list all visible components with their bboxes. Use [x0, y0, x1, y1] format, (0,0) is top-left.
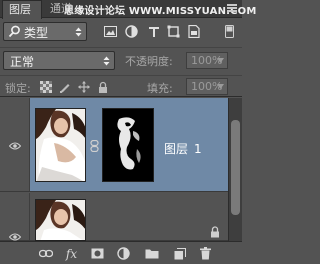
eye-icon[interactable]: [9, 142, 21, 150]
visibility-column: [0, 98, 30, 191]
layer-row[interactable]: [0, 193, 228, 241]
layer-name[interactable]: 图层 1: [164, 140, 202, 157]
folder-icon[interactable]: [144, 246, 159, 261]
shape-filter-icon[interactable]: [166, 24, 181, 39]
chevron-down-icon[interactable]: [217, 58, 224, 63]
fill-input[interactable]: 100%: [186, 78, 228, 95]
layers-scrollbar[interactable]: [228, 98, 242, 241]
blend-mode-label: 正常: [10, 55, 35, 69]
type-filter-icon[interactable]: [146, 24, 161, 39]
chevron-updown-icon: [103, 56, 110, 66]
add-mask-icon[interactable]: [90, 246, 105, 261]
layer-row[interactable]: 图层 1: [0, 98, 228, 192]
panel-tab-bar: 图层 通道 思缘设计论坛 WWW.MISSYUAN.COM: [0, 0, 256, 19]
chain-link-icon[interactable]: [90, 140, 99, 152]
chevron-updown-icon: [75, 27, 82, 37]
lock-position-icon[interactable]: [78, 81, 90, 93]
lock-image-pixels-icon[interactable]: [59, 81, 71, 93]
layer-thumbnail[interactable]: [35, 199, 86, 241]
new-layer-icon[interactable]: [172, 246, 187, 261]
opacity-label: 不透明度:: [125, 55, 173, 68]
blend-opacity-row: 正常 不透明度: 100%: [0, 47, 242, 71]
filter-toggle-icon[interactable]: [222, 24, 237, 39]
layers-list: 图层 1: [0, 98, 228, 241]
tab-layers[interactable]: 图层: [2, 0, 42, 19]
chevron-down-icon[interactable]: [217, 84, 224, 89]
eye-icon[interactable]: [9, 233, 21, 241]
blend-mode-select[interactable]: 正常: [3, 51, 115, 70]
lock-label: 锁定:: [5, 82, 31, 95]
filter-kind-label: 类型: [24, 26, 49, 40]
layer-number: 1: [194, 142, 202, 156]
visibility-column: [0, 193, 30, 241]
smart-object-filter-icon[interactable]: [186, 24, 201, 39]
scrollbar-thumb[interactable]: [231, 120, 240, 215]
trash-icon[interactable]: [198, 246, 213, 261]
layer-filter-row: 类型: [0, 20, 242, 44]
adjustment-layer-icon[interactable]: [116, 246, 131, 261]
layers-bottom-toolbar: fx: [0, 241, 242, 264]
fill-label: 填充:: [147, 82, 173, 95]
adjustment-filter-icon[interactable]: [124, 24, 139, 39]
filter-kind-select[interactable]: 类型: [3, 22, 87, 41]
layer-style-fx-icon[interactable]: fx: [64, 246, 79, 261]
search-icon: [8, 25, 20, 38]
lock-fill-row: 锁定: 填充: 100%: [0, 75, 242, 97]
panel-menu-icon[interactable]: [227, 3, 239, 15]
link-layers-icon[interactable]: [38, 246, 53, 261]
image-filter-icon[interactable]: [103, 24, 118, 39]
layer-thumbnail[interactable]: [35, 108, 86, 182]
lock-icon: [211, 226, 219, 238]
lock-all-icon[interactable]: [97, 81, 109, 93]
lock-transparent-pixels-icon[interactable]: [40, 81, 52, 93]
opacity-input[interactable]: 100%: [186, 52, 228, 69]
layer-name-text: 图层: [164, 142, 189, 156]
layer-mask-thumbnail[interactable]: [102, 108, 154, 182]
